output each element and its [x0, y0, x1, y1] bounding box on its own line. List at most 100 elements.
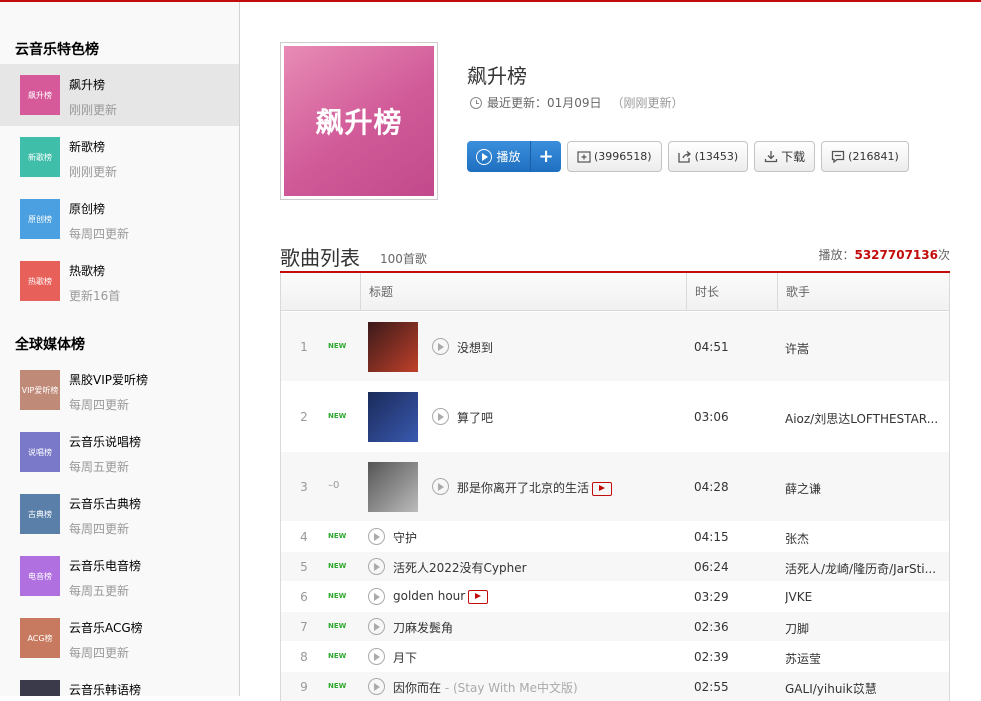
- sidebar-item[interactable]: 云音乐韩语榜: [0, 669, 239, 696]
- sidebar-item[interactable]: 热歌榜 热歌榜 更新16首: [0, 250, 239, 312]
- song-artist[interactable]: 薛之谦: [785, 480, 941, 497]
- song-title[interactable]: 刀麻发鬓角: [393, 621, 453, 635]
- add-to-queue-button[interactable]: +: [531, 141, 561, 172]
- sidebar-item-update: 每周四更新: [69, 227, 130, 241]
- mv-icon[interactable]: [468, 589, 489, 604]
- song-alias: - (Stay With Me中文版): [441, 681, 578, 695]
- collect-button[interactable]: (3996518): [567, 141, 662, 172]
- play-icon[interactable]: [432, 478, 449, 495]
- song-rank: 3: [300, 480, 308, 494]
- folder-add-icon: [577, 151, 591, 163]
- song-artist[interactable]: Aioz/刘思达LOFTHESTAR...: [785, 410, 941, 427]
- sidebar-item-update: 刚刚更新: [69, 165, 118, 179]
- rank-trend: NEW: [328, 342, 347, 350]
- table-row[interactable]: 9 NEW 因你而在 - (Stay With Me中文版) 02:55 GALI/yi…: [281, 671, 949, 701]
- table-row[interactable]: 8 NEW 月下 02:39 苏运莹: [281, 641, 949, 671]
- sidebar-item[interactable]: ACG榜 云音乐ACG榜 每周四更新: [0, 607, 239, 669]
- update-info: 最近更新：01月09日 （刚刚更新）: [470, 94, 684, 111]
- song-title[interactable]: 守护: [393, 531, 417, 545]
- sidebar-item[interactable]: 古典榜 云音乐古典榜 每周四更新: [0, 483, 239, 545]
- song-duration: 04:15: [694, 530, 729, 544]
- sidebar-item-name: 飙升榜: [69, 78, 106, 92]
- song-title[interactable]: 活死人2022没有Cypher: [393, 561, 527, 575]
- play-icon[interactable]: [368, 588, 385, 605]
- song-artist[interactable]: 刀脚: [785, 620, 941, 637]
- play-button-group: 播放 +: [467, 141, 561, 172]
- table-row[interactable]: 1 NEW 没想到 04:51 许嵩: [281, 311, 949, 381]
- song-rank: 4: [300, 530, 308, 544]
- song-duration: 02:36: [694, 620, 729, 634]
- table-row[interactable]: 6 NEW golden hour 03:29 JVKE: [281, 581, 949, 611]
- sidebar-item[interactable]: 电音榜 云音乐电音榜 每周五更新: [0, 545, 239, 607]
- table-row[interactable]: 4 NEW 守护 04:15 张杰: [281, 521, 949, 551]
- play-icon[interactable]: [368, 678, 385, 695]
- sidebar-item[interactable]: VIP爱听榜 黑胶VIP爱听榜 每周四更新: [0, 359, 239, 421]
- rank-trend: NEW: [328, 412, 347, 420]
- song-duration: 02:55: [694, 680, 729, 694]
- sidebar-item-thumbnail: 热歌榜: [20, 261, 60, 301]
- chart-sidebar: 云音乐特色榜 飙升榜 飙升榜 刚刚更新 新歌榜 新歌榜 刚刚更新 原创榜 原创榜 每周四更新 热歌榜…: [0, 2, 240, 696]
- song-title[interactable]: golden hour: [393, 589, 465, 603]
- song-duration: 03:06: [694, 410, 729, 424]
- column-duration: 时长: [686, 273, 777, 311]
- play-icon[interactable]: [432, 408, 449, 425]
- song-title-cell: 守护: [393, 529, 417, 546]
- song-artist[interactable]: 许嵩: [785, 340, 941, 357]
- sidebar-section-title: 云音乐特色榜: [15, 42, 99, 58]
- song-rank: 8: [300, 650, 308, 664]
- mv-icon[interactable]: [592, 481, 613, 496]
- share-button[interactable]: (13453): [667, 141, 749, 172]
- sidebar-item[interactable]: 原创榜 原创榜 每周四更新: [0, 188, 239, 250]
- chart-cover-image: 飙升榜: [284, 46, 434, 196]
- album-cover[interactable]: [368, 392, 418, 442]
- download-label: 下载: [781, 150, 806, 164]
- song-rank: 7: [300, 620, 308, 634]
- album-cover[interactable]: [368, 462, 418, 512]
- song-title[interactable]: 月下: [393, 651, 417, 665]
- sidebar-item-thumbnail: 古典榜: [20, 494, 60, 534]
- song-artist[interactable]: GALI/yihuik苡慧: [785, 680, 941, 697]
- sidebar-item-thumbnail: VIP爱听榜: [20, 370, 60, 410]
- play-icon[interactable]: [368, 618, 385, 635]
- song-duration: 03:29: [694, 590, 729, 604]
- song-title[interactable]: 那是你离开了北京的生活: [457, 481, 589, 495]
- song-artist[interactable]: JVKE: [785, 590, 941, 604]
- song-table: 标题 时长 歌手 1 NEW 没想到 04:51 许嵩 2 NEW 算了吧 03:06 Aioz/…: [280, 273, 950, 701]
- song-artist[interactable]: 苏运莹: [785, 650, 941, 667]
- table-row[interactable]: 3 –0 那是你离开了北京的生活 04:28 薛之谦: [281, 451, 949, 521]
- table-row[interactable]: 2 NEW 算了吧 03:06 Aioz/刘思达LOFTHESTAR...: [281, 381, 949, 451]
- sidebar-section-title: 全球媒体榜: [15, 337, 85, 353]
- song-title[interactable]: 算了吧: [457, 411, 493, 425]
- song-duration: 04:28: [694, 480, 729, 494]
- song-count: 100首歌: [380, 252, 427, 266]
- play-button[interactable]: 播放: [467, 141, 531, 172]
- table-row[interactable]: 5 NEW 活死人2022没有Cypher 06:24 活死人/龙崎/隆历奇/JarSt…: [281, 551, 949, 581]
- sidebar-item[interactable]: 说唱榜 云音乐说唱榜 每周五更新: [0, 421, 239, 483]
- sidebar-item-update: 每周四更新: [69, 646, 130, 660]
- play-icon[interactable]: [368, 648, 385, 665]
- song-rank: 2: [300, 410, 308, 424]
- song-title[interactable]: 因你而在: [393, 681, 441, 695]
- song-duration: 06:24: [694, 560, 729, 574]
- sidebar-item-thumbnail: 飙升榜: [20, 75, 60, 115]
- download-button[interactable]: 下载: [754, 141, 816, 172]
- song-rows: 1 NEW 没想到 04:51 许嵩 2 NEW 算了吧 03:06 Aioz/刘思达LOFTHE…: [281, 311, 949, 701]
- page-title: 飙升榜: [467, 64, 527, 88]
- play-icon[interactable]: [432, 338, 449, 355]
- song-title[interactable]: 没想到: [457, 341, 493, 355]
- song-title-cell: 算了吧: [457, 409, 493, 426]
- table-row[interactable]: 7 NEW 刀麻发鬓角 02:36 刀脚: [281, 611, 949, 641]
- sidebar-item-thumbnail: 说唱榜: [20, 432, 60, 472]
- album-cover[interactable]: [368, 322, 418, 372]
- song-artist[interactable]: 张杰: [785, 530, 941, 547]
- comment-button[interactable]: (216841): [821, 141, 909, 172]
- play-icon[interactable]: [368, 558, 385, 575]
- sidebar-item-update: 每周四更新: [69, 522, 130, 536]
- song-rank: 5: [300, 560, 308, 574]
- song-artist[interactable]: 活死人/龙崎/隆历奇/JarSti...: [785, 560, 941, 577]
- play-icon[interactable]: [368, 528, 385, 545]
- download-icon: [765, 151, 778, 163]
- sidebar-item-update: 更新16首: [69, 289, 121, 303]
- sidebar-item[interactable]: 新歌榜 新歌榜 刚刚更新: [0, 126, 239, 188]
- sidebar-item[interactable]: 飙升榜 飙升榜 刚刚更新: [0, 64, 239, 126]
